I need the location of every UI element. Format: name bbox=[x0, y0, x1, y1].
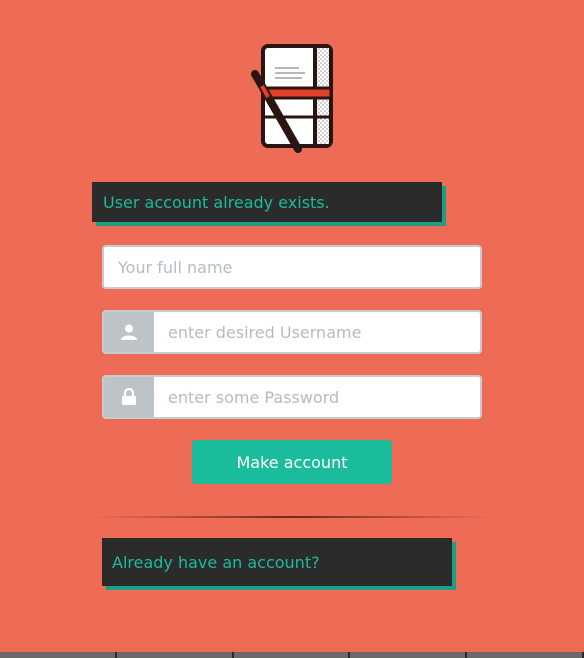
divider bbox=[92, 516, 492, 518]
strip-segment bbox=[0, 652, 117, 658]
notebook-logo-icon bbox=[248, 42, 338, 154]
password-input[interactable] bbox=[154, 377, 480, 417]
strip-segment bbox=[350, 652, 468, 658]
login-link-box[interactable]: Already have an account? bbox=[102, 538, 452, 586]
fullname-input[interactable] bbox=[104, 247, 480, 287]
error-alert-text: User account already exists. bbox=[103, 192, 330, 212]
user-icon bbox=[104, 312, 154, 352]
fullname-field[interactable] bbox=[102, 245, 482, 289]
error-alert: User account already exists. bbox=[92, 182, 442, 222]
username-field[interactable] bbox=[102, 310, 482, 354]
make-account-button[interactable]: Make account bbox=[192, 440, 392, 484]
strip-segment bbox=[467, 652, 584, 658]
lock-icon bbox=[104, 377, 154, 417]
login-link-text[interactable]: Already have an account? bbox=[112, 553, 320, 572]
strip-segment bbox=[233, 652, 351, 658]
password-field[interactable] bbox=[102, 375, 482, 419]
username-input[interactable] bbox=[154, 312, 480, 352]
strip-segment bbox=[116, 652, 234, 658]
bottom-toolbar-strip bbox=[0, 652, 584, 658]
